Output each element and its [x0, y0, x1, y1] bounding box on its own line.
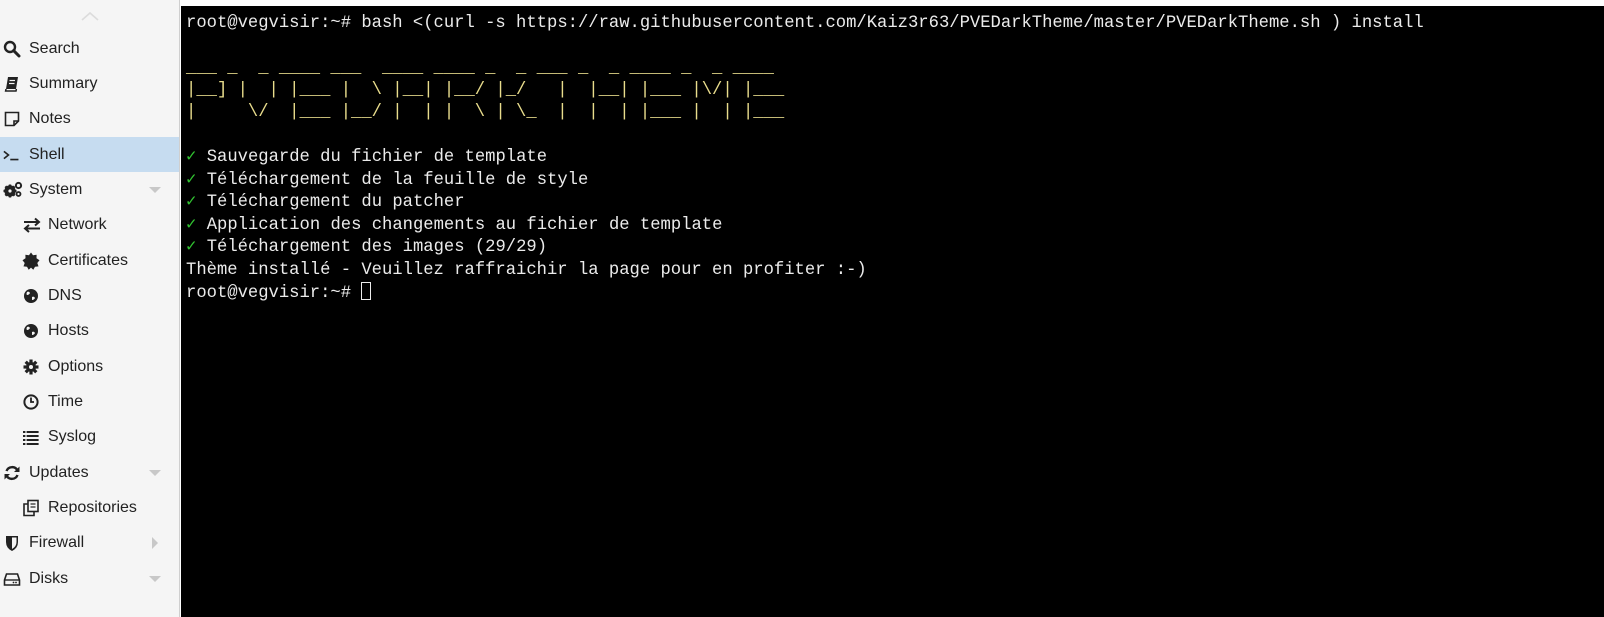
- chevron-right-icon[interactable]: [148, 536, 162, 550]
- sidebar-item-network[interactable]: Network: [0, 208, 179, 243]
- check-icon: ✓: [186, 170, 197, 190]
- sidebar-item-hosts[interactable]: Hosts: [0, 314, 179, 349]
- sidebar-item-label: Updates: [29, 463, 89, 481]
- sidebar-item-options[interactable]: Options: [0, 349, 179, 384]
- check-icon: ✓: [186, 238, 197, 257]
- sidebar-item-label: Syslog: [48, 428, 97, 446]
- sidebar-item-label: Hosts: [48, 322, 89, 340]
- sidebar-item-updates[interactable]: Updates: [0, 455, 179, 490]
- step-text: Téléchargement du patcher: [206, 193, 465, 212]
- terminal-icon: [3, 146, 23, 164]
- sidebar-item-label: Repositories: [48, 499, 137, 517]
- globe-icon: [22, 322, 42, 340]
- sidebar-item-system[interactable]: System: [0, 172, 179, 207]
- search-icon: [3, 40, 23, 58]
- list-icon: [22, 428, 42, 446]
- globe-icon: [22, 287, 42, 305]
- step-text: Téléchargement de la feuille de style: [206, 170, 589, 190]
- check-icon: ✓: [186, 148, 197, 167]
- sidebar-item-label: Network: [48, 216, 107, 234]
- sidebar-item-syslog[interactable]: Syslog: [0, 420, 179, 455]
- sidebar-item-label: Shell: [29, 145, 65, 163]
- sidebar-item-label: Options: [48, 357, 104, 375]
- shell-terminal[interactable]: root@vegvisir:~# bash <(curl -s https://…: [181, 6, 1604, 617]
- prompt-line: root@vegvisir:~#: [186, 282, 372, 304]
- chevron-down-icon[interactable]: [148, 466, 162, 480]
- step-line: ✓ Sauvegarde du fichier de template: [186, 147, 547, 169]
- sidebar-item-summary[interactable]: Summary: [0, 66, 179, 101]
- sidebar-item-disks[interactable]: Disks: [0, 561, 179, 596]
- node-navigation-sidebar: Search Summary Notes Shell System Networ…: [0, 0, 180, 617]
- app-window: Search Summary Notes Shell System Networ…: [0, 0, 1604, 617]
- step-text: Application des changements au fichier d…: [206, 215, 723, 235]
- check-icon: ✓: [186, 215, 197, 235]
- shield-icon: [3, 534, 23, 552]
- sidebar-item-search[interactable]: Search: [0, 31, 179, 66]
- final-message: Thème installé - Veuillez raffraichir la…: [186, 260, 867, 280]
- step-text: Téléchargement des images (29/29): [206, 238, 548, 257]
- sidebar-item-label: Search: [29, 39, 80, 57]
- refresh-icon: [3, 464, 23, 482]
- sidebar-item-notes[interactable]: Notes: [0, 102, 179, 137]
- chevron-down-icon[interactable]: [148, 183, 162, 197]
- shell-prompt: root@vegvisir:~#: [186, 284, 362, 303]
- check-icon: ✓: [186, 193, 197, 212]
- sidebar-item-certificates[interactable]: Certificates: [0, 243, 179, 278]
- exchange-icon: [22, 216, 42, 234]
- sidebar-item-firewall[interactable]: Firewall: [0, 526, 179, 561]
- sidebar-item-label: Time: [48, 393, 83, 411]
- sidebar-item-dns[interactable]: DNS: [0, 278, 179, 313]
- text-cursor[interactable]: [361, 282, 372, 300]
- sidebar-item-label: Disks: [29, 569, 69, 587]
- nav-list: Search Summary Notes Shell System Networ…: [0, 31, 179, 597]
- scroll-up-button[interactable]: [0, 7, 179, 25]
- sidebar-item-label: Firewall: [29, 534, 85, 552]
- chevron-down-icon[interactable]: [148, 572, 162, 586]
- sidebar-item-repositories[interactable]: Repositories: [0, 490, 179, 525]
- clock-icon: [22, 393, 42, 411]
- shell-prompt: root@vegvisir:~#: [186, 14, 362, 33]
- step-line: ✓ Application des changements au fichier…: [186, 215, 722, 237]
- step-text: Sauvegarde du fichier de template: [206, 148, 548, 167]
- sidebar-item-label: Notes: [29, 110, 71, 128]
- gears-icon: [3, 181, 23, 199]
- step-line: ✓ Téléchargement du patcher: [186, 192, 465, 214]
- book-icon: [3, 75, 23, 93]
- ascii-art-line: | \/ |___ |__/ | | | \ | \_ | | | |___ |…: [186, 103, 785, 122]
- command-text: bash <(curl -s https://raw.githubusercon…: [361, 14, 1424, 33]
- copy-icon: [22, 499, 42, 517]
- sidebar-item-label: System: [29, 181, 83, 199]
- step-line: ✓ Téléchargement de la feuille de style: [186, 170, 588, 192]
- hdd-icon: [3, 570, 23, 588]
- note-icon: [3, 110, 23, 128]
- sidebar-item-label: Certificates: [48, 251, 129, 269]
- sidebar-item-label: Summary: [29, 75, 98, 93]
- sidebar-item-time[interactable]: Time: [0, 384, 179, 419]
- chevron-up-icon: [81, 11, 99, 21]
- ascii-art-line: ___ _ _ ____ ___ ____ ____ _ _ ___ _ _ _…: [186, 59, 774, 78]
- step-line: ✓ Téléchargement des images (29/29): [186, 237, 547, 259]
- gear-icon: [22, 358, 42, 376]
- sidebar-item-shell[interactable]: Shell: [0, 137, 179, 173]
- ascii-art-line: |__] | | |___ | \ |__| |__/ |_/ | |__| |…: [186, 81, 785, 100]
- certificate-icon: [22, 252, 42, 270]
- sidebar-item-label: DNS: [48, 287, 82, 305]
- command-line: root@vegvisir:~# bash <(curl -s https://…: [186, 13, 1424, 35]
